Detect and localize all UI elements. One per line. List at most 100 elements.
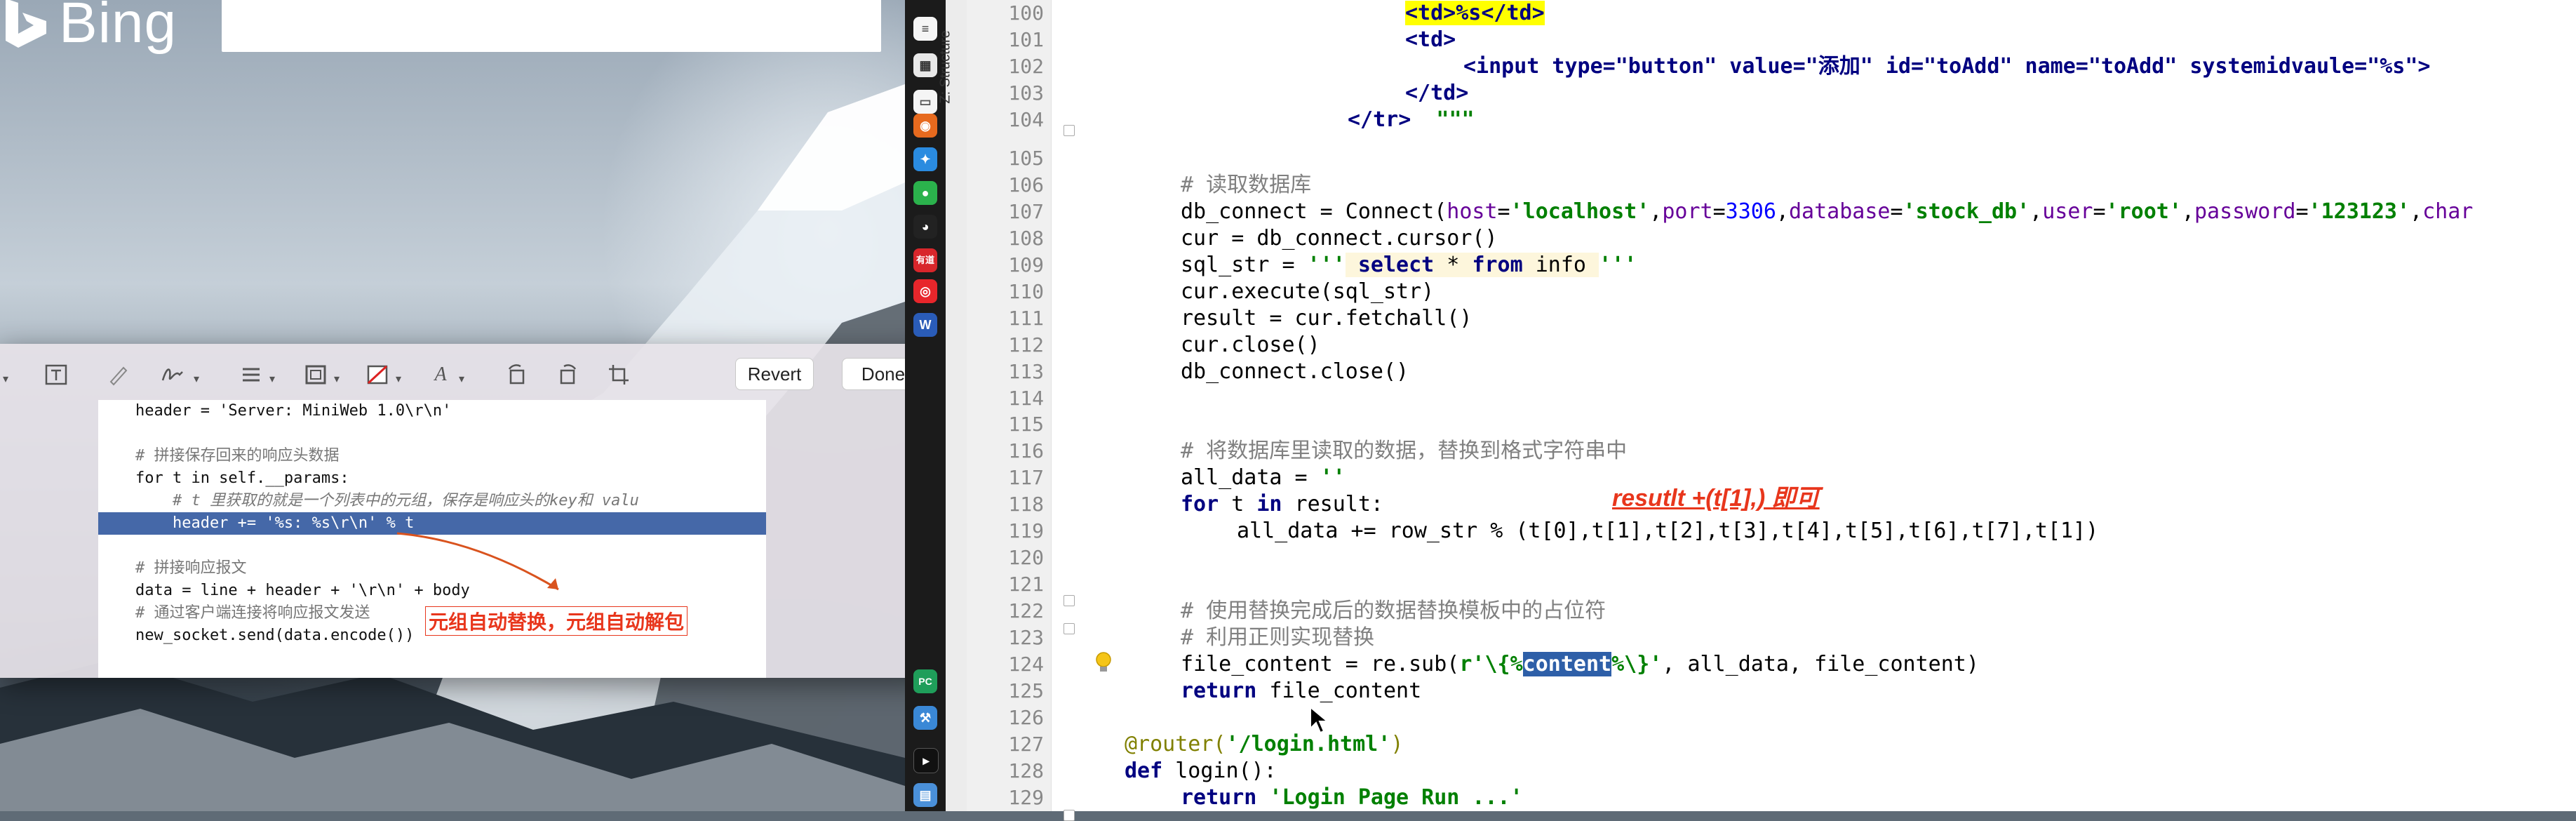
safari-icon[interactable]: ✦ [913, 147, 937, 171]
chevron-down-icon[interactable]: ▾ [334, 372, 340, 386]
annotation-arrow [396, 532, 559, 591]
fold-marker-icon[interactable] [1064, 125, 1075, 136]
signature-icon[interactable] [160, 362, 185, 387]
border-color-icon[interactable] [303, 362, 328, 387]
code-token: ''' [1307, 253, 1346, 277]
code-token: , all_data, file_content) [1662, 652, 1979, 676]
shape-style-icon[interactable] [239, 362, 264, 387]
rotate-left-icon[interactable] [504, 362, 529, 387]
code-token: '/login.html' [1226, 732, 1391, 756]
line-number: 121 [1008, 573, 1044, 596]
chevron-down-icon[interactable]: ▾ [3, 372, 8, 386]
code-comment: # 将数据库里读取的数据，替换到格式字符串中 [1181, 439, 1628, 463]
line-number: 102 [1008, 55, 1044, 78]
annotation-text-box[interactable]: 元组自动替换，元组自动解包 [425, 606, 688, 636]
fill-color-icon[interactable] [365, 362, 390, 387]
line-number: 124 [1008, 653, 1044, 676]
code-token: <td> [1405, 27, 1456, 52]
doc-line-comment: # t 里获取的就是一个列表中的元组，保存是响应头的key和 valu [98, 492, 639, 509]
app-icon[interactable]: ▭ [913, 90, 937, 114]
intention-bulb-icon[interactable] [1094, 651, 1113, 674]
line-number: 119 [1008, 519, 1044, 542]
text-box-icon[interactable] [43, 362, 69, 387]
code-token: * [1434, 253, 1473, 277]
macos-dock: ≡ ▦ ▭ ◉ ✦ ● ◕ 有道 ◎ W PC ⚒ ▸ ▤ [905, 0, 946, 811]
xcode-icon[interactable]: ⚒ [913, 706, 937, 730]
line-number: 105 [1008, 147, 1044, 170]
line-number: 104 [1008, 108, 1044, 131]
pycharm-icon[interactable]: PC [913, 669, 937, 693]
netease-music-icon[interactable]: 有道 [913, 248, 937, 272]
terminal-icon[interactable]: ▸ [913, 748, 939, 773]
structure-tab[interactable]: Z: Structure [938, 14, 967, 119]
code-comment: # 读取数据库 [1181, 173, 1312, 197]
bing-logo-text: Bing [59, 0, 177, 55]
sketch-icon[interactable] [105, 362, 130, 387]
font-icon[interactable]: A [428, 362, 453, 387]
code-editor[interactable]: <td>%s</td> <td> <input type="button" va… [1051, 0, 2576, 811]
line-number: 120 [1008, 546, 1044, 569]
app-icon[interactable]: ▤ [913, 783, 937, 807]
code-token: <input type="button" value="添加" id="toAd… [1463, 54, 2431, 79]
code-token: database [1788, 199, 1891, 224]
code-comment: # 使用替换完成后的数据替换模板中的占位符 [1181, 599, 1606, 623]
fold-marker-icon[interactable] [1064, 810, 1075, 821]
line-number: 117 [1008, 466, 1044, 489]
code-token: all_data += row_str % (t[0],t[1],t[2],t[… [1237, 519, 2099, 543]
line-number: 127 [1008, 733, 1044, 756]
code-token: """ [1411, 107, 1475, 132]
chevron-down-icon[interactable]: ▾ [269, 372, 275, 386]
doc-line: header = 'Server: MiniWeb 1.0\r\n' [98, 402, 452, 420]
fold-marker-icon[interactable] [1064, 623, 1075, 634]
code-token: 3306 [1725, 199, 1776, 224]
rotate-right-icon[interactable] [556, 362, 581, 387]
revert-button[interactable]: Revert [735, 358, 814, 390]
code-selection: content [1522, 652, 1612, 676]
code-token: '123123' [2308, 199, 2410, 224]
line-number: 109 [1008, 253, 1044, 276]
code-token: t [1219, 492, 1257, 516]
code-token: r'\{% [1459, 652, 1523, 676]
line-number: 128 [1008, 759, 1044, 782]
line-number: 114 [1008, 387, 1044, 410]
code-token: db_connect = Connect( [1181, 199, 1447, 224]
code-token: from [1472, 253, 1523, 277]
fold-marker-icon[interactable] [1064, 595, 1075, 606]
line-number: 111 [1008, 307, 1044, 330]
line-number: 113 [1008, 360, 1044, 383]
crop-icon[interactable] [606, 362, 631, 387]
code-token: @router( [1125, 732, 1226, 756]
mouse-cursor-icon [1310, 706, 1329, 734]
bing-search-input[interactable] [222, 0, 881, 52]
code-token: def [1125, 759, 1163, 783]
line-number: 112 [1008, 333, 1044, 356]
code-token: result = cur.fetchall() [1181, 306, 1473, 331]
code-token: select [1345, 253, 1435, 277]
annotation-text[interactable]: resutlt +(t[1],) 即可 [1612, 479, 1820, 513]
code-comment: # 利用正则实现替换 [1181, 625, 1375, 650]
notes-icon[interactable]: ≡ [913, 17, 937, 41]
code-token: all_data = [1181, 465, 1320, 490]
line-number: 101 [1008, 28, 1044, 51]
line-number: 116 [1008, 439, 1044, 462]
code-token: result: [1282, 492, 1383, 516]
code-token: </td> [1405, 81, 1469, 105]
line-number: 129 [1008, 786, 1044, 809]
weibo-icon[interactable]: ◎ [913, 279, 937, 303]
code-token: for [1181, 492, 1219, 516]
word-icon[interactable]: W [913, 313, 937, 337]
code-token: '' [1320, 465, 1346, 490]
code-token: 'root' [2105, 199, 2182, 224]
code-token: file_content = re.sub( [1181, 652, 1460, 676]
chevron-down-icon[interactable]: ▾ [459, 372, 464, 386]
app-icon[interactable]: ▦ [913, 53, 937, 77]
chevron-down-icon[interactable]: ▾ [194, 372, 199, 386]
bing-logo[interactable]: Bing [3, 0, 177, 56]
line-number: 126 [1008, 706, 1044, 729]
qq-icon[interactable]: ◕ [913, 215, 937, 239]
tool-window-strip: Z: Structure [938, 0, 967, 811]
firefox-icon[interactable]: ◉ [913, 114, 937, 138]
wechat-icon[interactable]: ● [913, 181, 937, 205]
chevron-down-icon[interactable]: ▾ [396, 372, 401, 386]
code-token: port [1662, 199, 1713, 224]
